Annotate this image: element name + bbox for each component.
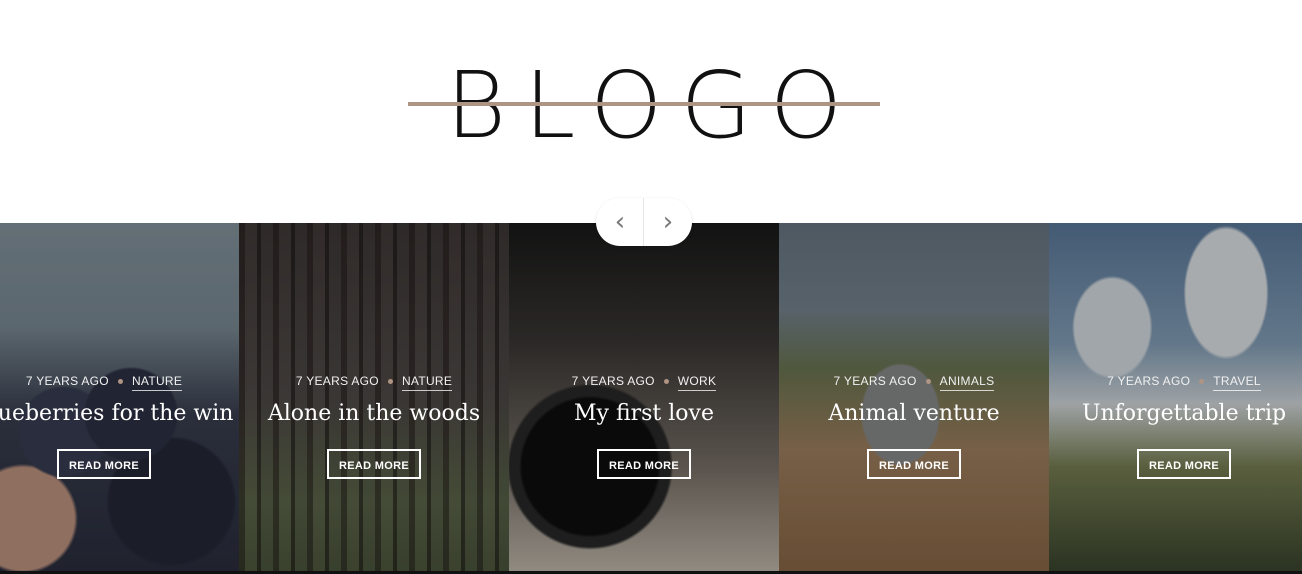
post-date: 7 YEARS AGO bbox=[25, 374, 109, 388]
slide-woods[interactable]: 7 YEARS AGO NATURE Alone in the woods REA… bbox=[239, 223, 509, 571]
meta-separator-dot bbox=[925, 379, 931, 385]
logo-strike-line bbox=[408, 102, 880, 106]
slide-travel[interactable]: 7 YEARS AGO TRAVEL Unforgettable trip REA… bbox=[1049, 223, 1302, 571]
slide-content: 7 YEARS AGO TRAVEL Unforgettable trip REA… bbox=[1049, 371, 1302, 479]
post-category-link[interactable]: WORK bbox=[677, 374, 717, 391]
read-more-button[interactable]: READ MORE bbox=[57, 449, 151, 479]
post-date: 7 YEARS AGO bbox=[571, 374, 655, 388]
slide-content: 7 YEARS AGO NATURE Alone in the woods REA… bbox=[239, 371, 509, 479]
post-title[interactable]: Animal venture bbox=[779, 401, 1049, 427]
post-date: 7 YEARS AGO bbox=[833, 374, 917, 388]
logo-text: BLOGO bbox=[445, 52, 861, 159]
post-slider: 7 YEARS AGO NATURE Blueberries for the wi… bbox=[0, 223, 1302, 571]
nav-divider bbox=[643, 198, 644, 246]
chevron-right-icon[interactable]: › bbox=[644, 198, 692, 246]
post-meta: 7 YEARS AGO WORK bbox=[509, 371, 779, 391]
meta-separator-dot bbox=[1199, 379, 1205, 385]
slide-content: 7 YEARS AGO ANIMALS Animal venture READ M… bbox=[779, 371, 1049, 479]
slide-blueberries[interactable]: 7 YEARS AGO NATURE Blueberries for the wi… bbox=[0, 223, 239, 571]
post-meta: 7 YEARS AGO NATURE bbox=[0, 371, 239, 391]
post-title[interactable]: Alone in the woods bbox=[239, 401, 509, 427]
chevron-left-icon[interactable]: ‹ bbox=[596, 198, 644, 246]
post-title[interactable]: My first love bbox=[509, 401, 779, 427]
post-category-link[interactable]: ANIMALS bbox=[939, 374, 995, 391]
slider-nav: ‹ › bbox=[596, 198, 692, 246]
post-meta: 7 YEARS AGO NATURE bbox=[239, 371, 509, 391]
post-date: 7 YEARS AGO bbox=[295, 374, 379, 388]
post-date: 7 YEARS AGO bbox=[1107, 374, 1191, 388]
slide-content: 7 YEARS AGO NATURE Blueberries for the wi… bbox=[0, 371, 239, 479]
site-header: BLOGO bbox=[0, 0, 1302, 223]
read-more-button[interactable]: READ MORE bbox=[597, 449, 691, 479]
post-meta: 7 YEARS AGO TRAVEL bbox=[1049, 371, 1302, 391]
read-more-button[interactable]: READ MORE bbox=[1137, 449, 1231, 479]
meta-separator-dot bbox=[663, 379, 669, 385]
post-category-link[interactable]: NATURE bbox=[131, 374, 183, 391]
post-meta: 7 YEARS AGO ANIMALS bbox=[779, 371, 1049, 391]
post-category-link[interactable]: NATURE bbox=[401, 374, 453, 391]
read-more-button[interactable]: READ MORE bbox=[867, 449, 961, 479]
slide-content: 7 YEARS AGO WORK My first love READ MORE bbox=[509, 371, 779, 479]
site-logo[interactable]: BLOGO bbox=[408, 58, 880, 154]
read-more-button[interactable]: READ MORE bbox=[327, 449, 421, 479]
meta-separator-dot bbox=[387, 379, 393, 385]
post-title[interactable]: Unforgettable trip bbox=[1049, 401, 1302, 427]
post-title[interactable]: Blueberries for the win bbox=[0, 401, 239, 427]
meta-separator-dot bbox=[117, 379, 123, 385]
slide-cow[interactable]: 7 YEARS AGO ANIMALS Animal venture READ M… bbox=[779, 223, 1049, 571]
slide-camera[interactable]: 7 YEARS AGO WORK My first love READ MORE bbox=[509, 223, 779, 571]
post-category-link[interactable]: TRAVEL bbox=[1213, 374, 1261, 391]
